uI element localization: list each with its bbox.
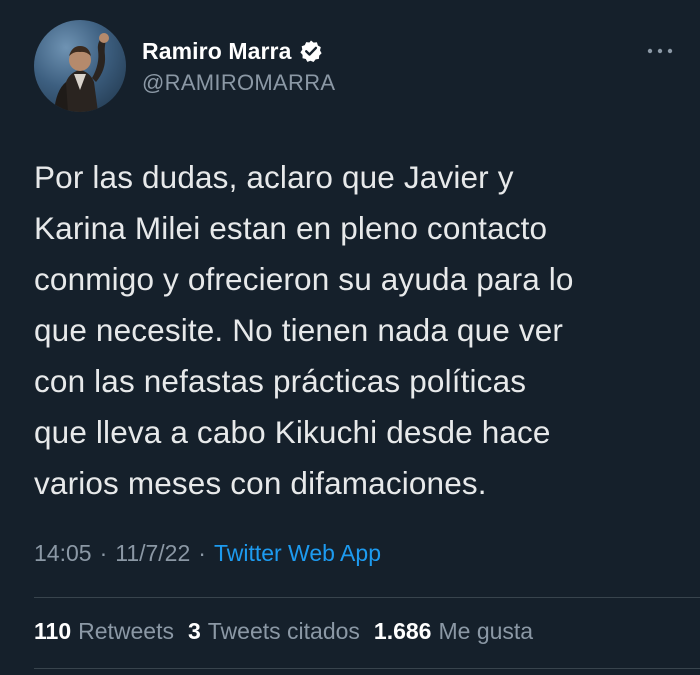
more-options-icon[interactable] (646, 44, 674, 56)
tweet-text-line: varios meses con difamaciones. (34, 465, 487, 501)
divider (34, 597, 700, 598)
tweet-metadata: 14:05 · 11/7/22 · Twitter Web App (34, 540, 381, 567)
tweet-text: Por las dudas, aclaro que Javier y Karin… (34, 152, 674, 509)
tweet-source-link[interactable]: Twitter Web App (214, 540, 381, 567)
retweets-count: 110 (34, 618, 72, 644)
tweet-text-line: que lleva a cabo Kikuchi desde hace (34, 414, 551, 450)
author-block: Ramiro Marra @RAMIROMARRA (142, 36, 335, 96)
tweet-text-line: con las nefastas prácticas políticas (34, 363, 527, 399)
tweet-stats: 110 Retweets 3 Tweets citados 1.686 Me g… (34, 618, 547, 645)
meta-separator: · (198, 540, 206, 566)
divider (34, 668, 700, 669)
retweets-label: Retweets (78, 618, 174, 644)
profile-photo-icon (54, 33, 109, 112)
avatar[interactable] (34, 20, 126, 112)
likes-stat[interactable]: 1.686 Me gusta (374, 618, 533, 645)
quote-tweets-count: 3 (187, 618, 201, 644)
likes-label: Me gusta (438, 618, 534, 644)
tweet-text-line: conmigo y ofrecieron su ayuda para lo (34, 261, 574, 297)
tweet-card: Ramiro Marra @RAMIROMARRA Por las dudas,… (0, 0, 700, 675)
tweet-text-line: Por las dudas, aclaro que Javier y (34, 159, 514, 195)
quote-tweets-label: Tweets citados (207, 618, 360, 644)
tweet-time[interactable]: 14:05 (34, 540, 92, 567)
meta-separator: · (99, 540, 108, 566)
display-name[interactable]: Ramiro Marra (142, 38, 291, 65)
quote-tweets-stat[interactable]: 3 Tweets citados (188, 618, 360, 645)
tweet-text-line: que necesite. No tienen nada que ver (34, 312, 564, 348)
tweet-text-line: Karina Milei estan en pleno contacto (34, 210, 548, 246)
tweet-date[interactable]: 11/7/22 (115, 540, 190, 567)
tweet-header: Ramiro Marra @RAMIROMARRA (34, 20, 674, 115)
author-handle[interactable]: @RAMIROMARRA (142, 70, 335, 96)
display-name-row: Ramiro Marra (142, 36, 335, 66)
retweets-stat[interactable]: 110 Retweets (34, 618, 174, 645)
verified-badge-icon (299, 39, 323, 63)
likes-count: 1.686 (373, 618, 432, 644)
